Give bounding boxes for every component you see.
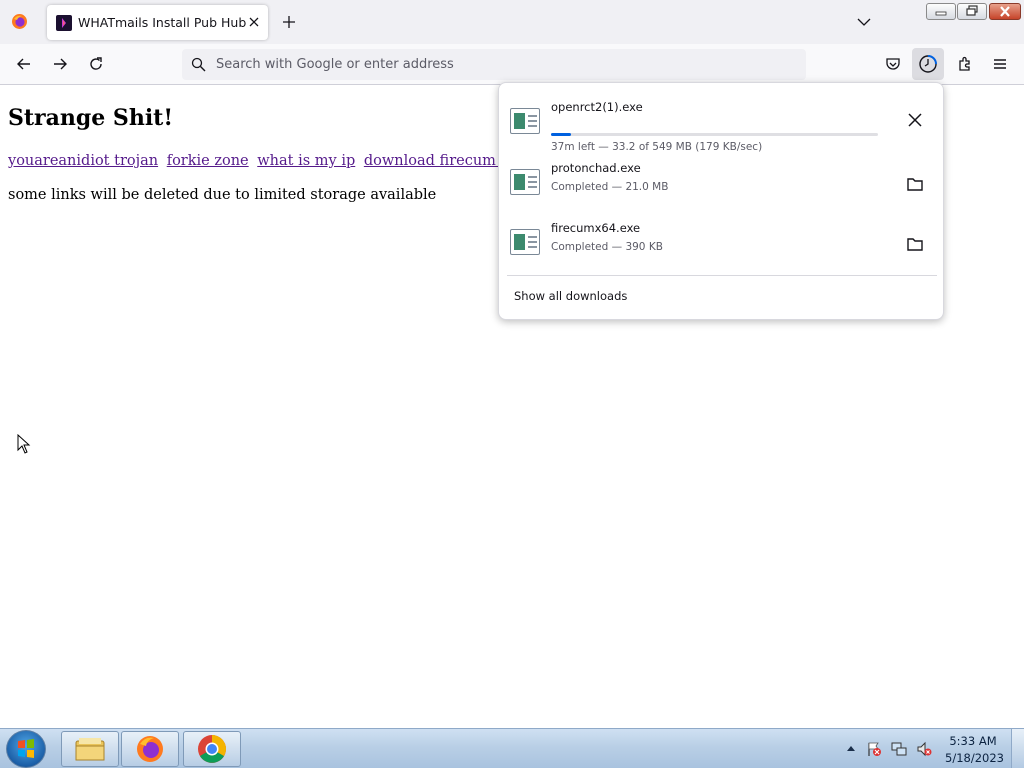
address-bar[interactable] xyxy=(182,49,806,80)
clock-date[interactable]: 5/18/2023 xyxy=(945,751,1004,765)
clock-time[interactable]: 5:33 AM xyxy=(945,734,1001,748)
forward-arrow-icon[interactable] xyxy=(51,55,69,73)
site-favicon-icon xyxy=(56,15,72,31)
download-progress-fill xyxy=(551,133,571,136)
show-in-folder-icon[interactable] xyxy=(904,173,926,195)
mouse-cursor-icon xyxy=(17,434,31,455)
tab-strip: WHATmails Install Pub Hub xyxy=(0,0,1024,44)
exe-file-icon xyxy=(510,169,540,195)
downloads-panel: openrct2(1).exe 37m left — 33.2 of 549 M… xyxy=(498,82,944,320)
start-button-windows-logo-icon[interactable] xyxy=(6,730,46,768)
download-filename: openrct2(1).exe xyxy=(551,100,643,114)
link-download-firecum-x64[interactable]: download firecum x64 xyxy=(364,153,500,169)
download-item[interactable]: protonchad.exe Completed — 21.0 MB xyxy=(499,158,943,218)
navigation-toolbar xyxy=(0,44,1024,85)
taskbar-chrome-icon[interactable] xyxy=(183,731,241,767)
show-desktop-button[interactable] xyxy=(1011,729,1024,768)
page-heading: Strange Shit! xyxy=(8,105,173,131)
url-input[interactable] xyxy=(216,49,796,80)
reload-icon[interactable] xyxy=(87,55,105,73)
panel-divider xyxy=(507,275,937,276)
exe-file-icon xyxy=(510,108,540,134)
tab-title: WHATmails Install Pub Hub xyxy=(78,15,247,30)
downloads-button[interactable] xyxy=(912,48,944,80)
windows-taskbar: 5:33 AM 5/18/2023 xyxy=(0,728,1024,768)
storage-notice: some links will be deleted due to limite… xyxy=(8,187,437,203)
close-tab-icon[interactable] xyxy=(245,13,263,31)
network-icon[interactable] xyxy=(891,741,907,757)
list-all-tabs-icon[interactable] xyxy=(856,14,872,30)
link-list: youareanidiot trojan forkie zone what is… xyxy=(8,153,500,169)
pocket-icon[interactable] xyxy=(884,55,902,73)
firefox-view-icon[interactable] xyxy=(11,13,28,30)
taskbar-file-explorer-icon[interactable] xyxy=(61,731,119,767)
download-filename: firecumx64.exe xyxy=(551,221,641,235)
minimize-window-button[interactable] xyxy=(926,3,956,20)
exe-file-icon xyxy=(510,229,540,255)
show-in-folder-icon[interactable] xyxy=(904,233,926,255)
link-youareanidiot-trojan[interactable]: youareanidiot trojan xyxy=(8,153,158,169)
download-item[interactable]: openrct2(1).exe 37m left — 33.2 of 549 M… xyxy=(499,97,943,157)
download-status: Completed — 21.0 MB xyxy=(551,181,669,193)
download-status: Completed — 390 KB xyxy=(551,241,663,253)
back-arrow-icon[interactable] xyxy=(15,55,33,73)
volume-muted-icon[interactable] xyxy=(916,741,932,757)
tab-whatmails[interactable]: WHATmails Install Pub Hub xyxy=(47,5,268,40)
action-center-flag-icon[interactable] xyxy=(866,741,882,757)
search-icon xyxy=(191,57,206,72)
download-filename: protonchad.exe xyxy=(551,161,641,175)
download-progress-bar xyxy=(551,133,878,136)
download-item[interactable]: firecumx64.exe Completed — 390 KB xyxy=(499,218,943,278)
link-what-is-my-ip[interactable]: what is my ip xyxy=(257,153,355,169)
extensions-puzzle-icon[interactable] xyxy=(956,55,974,73)
restore-window-button[interactable] xyxy=(957,3,987,20)
download-status: 37m left — 33.2 of 549 MB (179 KB/sec) xyxy=(551,141,763,153)
link-forkie-zone[interactable]: forkie zone xyxy=(167,153,249,169)
show-hidden-icons-icon[interactable] xyxy=(845,743,857,753)
show-all-downloads-button[interactable]: Show all downloads xyxy=(514,289,627,303)
hamburger-menu-icon[interactable] xyxy=(991,55,1009,73)
cancel-download-icon[interactable] xyxy=(904,109,926,131)
new-tab-icon[interactable] xyxy=(280,13,298,31)
taskbar-firefox-icon[interactable] xyxy=(121,731,179,767)
close-window-button[interactable] xyxy=(989,3,1021,20)
